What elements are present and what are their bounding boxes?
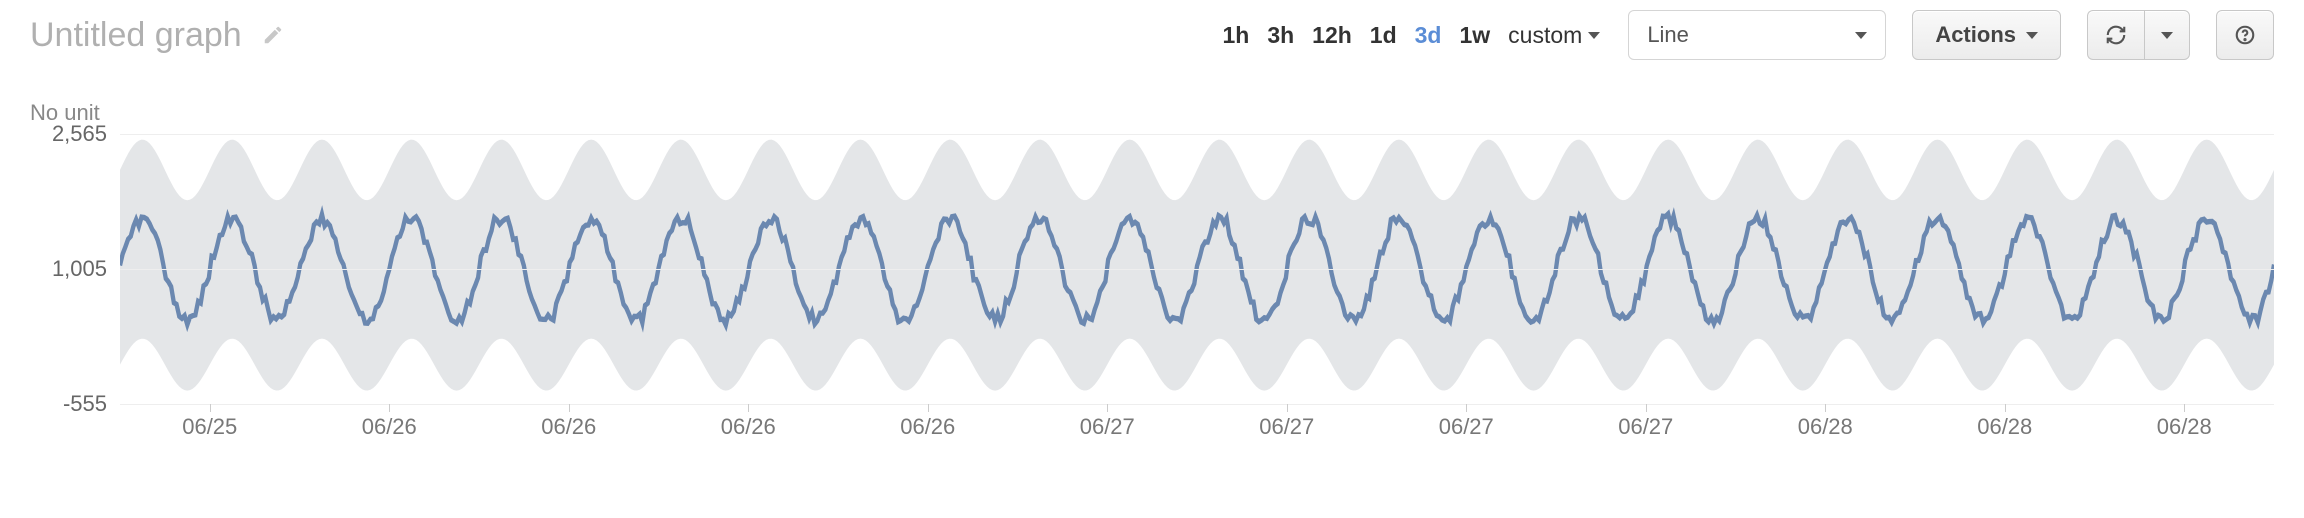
x-tick-mark xyxy=(1646,404,1647,412)
gridline xyxy=(120,134,2274,135)
refresh-button[interactable] xyxy=(2087,10,2144,60)
x-tick-mark xyxy=(2005,404,2006,412)
time-range-1h[interactable]: 1h xyxy=(1222,22,1249,49)
x-tick-mark xyxy=(1825,404,1826,412)
x-tick-label: 06/28 xyxy=(2157,414,2212,440)
plot-region[interactable]: -5551,0052,565 xyxy=(120,134,2274,404)
x-tick-label: 06/28 xyxy=(1977,414,2032,440)
unit-label: No unit xyxy=(30,100,2274,126)
actions-button-label: Actions xyxy=(1935,22,2016,48)
x-tick-label: 06/27 xyxy=(1080,414,1135,440)
time-range-custom[interactable]: custom xyxy=(1508,22,1600,49)
refresh-icon xyxy=(2105,24,2127,46)
y-axis-ticks: -5551,0052,565 xyxy=(30,134,115,404)
graph-title[interactable]: Untitled graph xyxy=(30,16,242,55)
chart-area: No unit -5551,0052,565 06/2506/2606/2606… xyxy=(30,100,2274,444)
chevron-down-icon xyxy=(1855,32,1867,39)
x-tick-mark xyxy=(748,404,749,412)
x-tick-mark xyxy=(1287,404,1288,412)
chevron-down-icon xyxy=(2026,32,2038,39)
time-range-1d[interactable]: 1d xyxy=(1370,22,1397,49)
x-tick-label: 06/26 xyxy=(900,414,955,440)
x-tick-mark xyxy=(389,404,390,412)
y-tick-label: -555 xyxy=(63,391,107,417)
x-tick-label: 06/27 xyxy=(1259,414,1314,440)
x-tick-label: 06/26 xyxy=(362,414,417,440)
x-tick-mark xyxy=(928,404,929,412)
x-tick-label: 06/26 xyxy=(721,414,776,440)
x-tick-label: 06/25 xyxy=(182,414,237,440)
x-tick-mark xyxy=(1466,404,1467,412)
x-tick-label: 06/28 xyxy=(1798,414,1853,440)
help-icon xyxy=(2234,24,2256,46)
refresh-menu-button[interactable] xyxy=(2144,10,2190,60)
x-tick-label: 06/26 xyxy=(541,414,596,440)
x-tick-mark xyxy=(2184,404,2185,412)
x-axis-ticks: 06/25 06/26 06/26 06/26 06/26 06/27 06/27 06/27… xyxy=(120,404,2274,444)
pencil-icon[interactable] xyxy=(262,24,284,46)
chevron-down-icon xyxy=(1588,32,1600,39)
actions-button[interactable]: Actions xyxy=(1912,10,2061,60)
x-tick-mark xyxy=(1107,404,1108,412)
time-range-custom-label: custom xyxy=(1508,22,1582,49)
help-button[interactable] xyxy=(2216,10,2274,60)
toolbar: Untitled graph 1h3h12h1d3d1wcustom Line … xyxy=(0,0,2304,60)
x-tick-mark xyxy=(569,404,570,412)
y-tick-label: 2,565 xyxy=(52,121,107,147)
chevron-down-icon xyxy=(2161,32,2173,39)
time-range-1w[interactable]: 1w xyxy=(1459,22,1490,49)
title-area: Untitled graph xyxy=(30,16,284,55)
time-range-12h[interactable]: 12h xyxy=(1312,22,1352,49)
time-range-3d[interactable]: 3d xyxy=(1415,22,1442,49)
time-range-3h[interactable]: 3h xyxy=(1267,22,1294,49)
x-tick-label: 06/27 xyxy=(1439,414,1494,440)
x-tick-label: 06/27 xyxy=(1618,414,1673,440)
refresh-button-group xyxy=(2087,10,2190,60)
chart-type-value: Line xyxy=(1647,22,1689,48)
gridline xyxy=(120,269,2274,270)
x-tick-mark xyxy=(210,404,211,412)
chart-type-select[interactable]: Line xyxy=(1628,10,1886,60)
time-range-selector: 1h 3h 12h 1d 3d 1w custom xyxy=(1222,22,1600,49)
y-tick-label: 1,005 xyxy=(52,256,107,282)
